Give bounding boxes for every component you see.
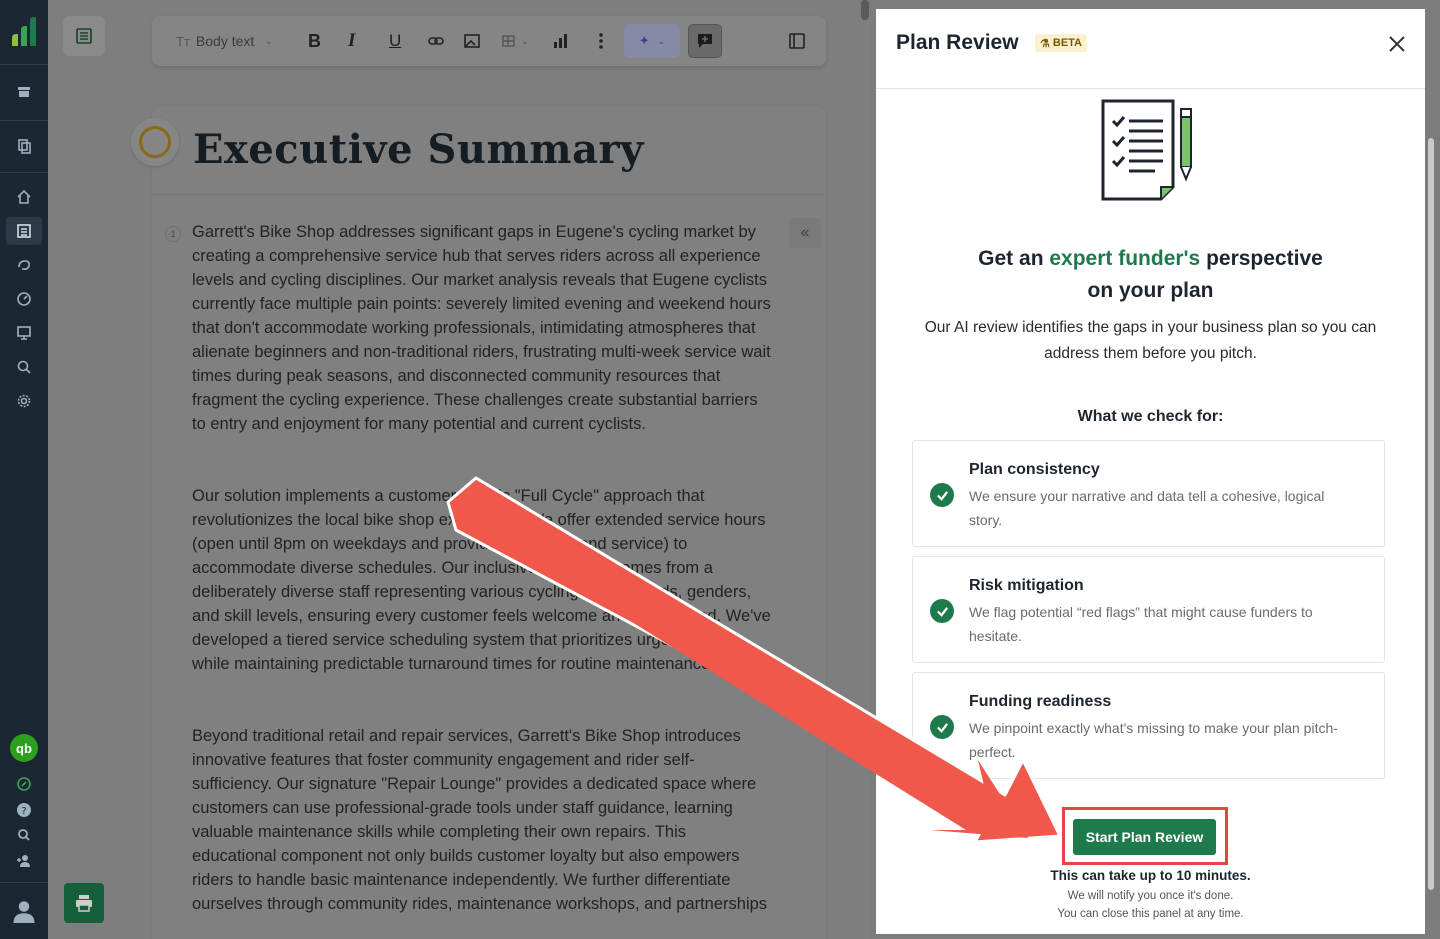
more-options-button[interactable] [592,30,610,52]
summary-paragraph-3[interactable]: Beyond traditional retail and repair ser… [192,724,772,916]
beta-label: BETA [1052,37,1083,49]
check-title: Plan consistency [969,461,1100,478]
check-title: Risk mitigation [969,577,1084,594]
panel-headline: Get an expert funder's perspective on yo… [876,243,1425,307]
summary-paragraph-2[interactable]: Our solution implements a customer-centr… [192,484,772,676]
insert-chart-button[interactable] [551,30,569,52]
store-icon[interactable] [14,82,34,102]
check-description: We pinpoint exactly what's missing to ma… [969,720,1338,760]
section-title[interactable]: Executive Summary [193,126,644,173]
time-note: This can take up to 10 minutes. [1050,868,1251,883]
double-chevron-left-icon: « [800,224,810,241]
close-note: You can close this panel at any time. [1057,908,1244,920]
checklist-illustration-icon [1101,99,1192,201]
chevron-down-icon: ⌄ [657,35,666,46]
start-plan-review-button[interactable]: Start Plan Review [1073,819,1216,855]
sidebar-panel-icon [789,33,805,49]
presentation-icon[interactable] [14,323,34,343]
notify-note: We will notify you once it's done. [1067,890,1234,902]
check-circle-icon [930,483,954,507]
flask-icon: ⚗ [1040,37,1050,50]
plan-icon[interactable] [14,221,34,241]
panel-scrollbar[interactable] [1428,138,1434,890]
link-button[interactable] [427,30,445,52]
print-button[interactable] [64,883,104,923]
insert-image-button[interactable] [463,30,481,52]
add-user-icon[interactable] [14,851,34,871]
summary-paragraph-1[interactable]: Garrett's Bike Shop addresses significan… [192,220,772,436]
bar-chart-icon [554,34,567,48]
forecast-icon[interactable] [14,255,34,275]
more-vertical-icon [599,33,603,49]
add-comment-button[interactable] [688,24,722,58]
review-icon[interactable] [14,357,34,377]
text-style-select[interactable]: Tт Body text ⌄ [176,30,273,52]
italic-button[interactable]: I [348,30,355,52]
headline-highlight: expert funder's [1049,247,1201,270]
outline-toggle-button[interactable] [63,16,105,56]
check-card-risk: Risk mitigation We flag potential “red f… [912,556,1385,663]
headline-pre: Get an [978,247,1050,270]
toggle-sidebar-button[interactable] [788,30,806,52]
check-circle-icon [930,715,954,739]
check-card-funding: Funding readiness We pinpoint exactly wh… [912,672,1385,779]
link-icon [428,37,444,45]
section-progress-indicator[interactable] [131,118,179,166]
dashboard-icon[interactable] [14,289,34,309]
headline-post: perspective [1200,247,1323,270]
help-icon[interactable]: ? [14,800,34,820]
progress-ring-icon [139,126,171,158]
collapse-panel-button[interactable]: « [789,218,821,248]
svg-text:?: ? [21,806,26,817]
table-icon [502,35,515,47]
check-description: We ensure your narrative and data tell a… [969,488,1325,528]
text-style-label: Body text [195,33,255,49]
user-avatar-icon[interactable] [11,898,37,924]
app-logo-icon[interactable] [10,16,38,48]
panel-title: Plan Review [896,31,1019,54]
paragraph-number-badge: 1 [165,226,181,242]
bold-button[interactable]: B [308,30,321,52]
check-circle-icon [930,599,954,623]
plan-review-panel: Plan Review ⚗ BETA Get an expert funder'… [876,9,1425,934]
chevron-down-icon: ⌄ [264,35,273,47]
check-description: We flag potential “red flags” that might… [969,604,1313,644]
left-nav: qb ? [0,0,48,939]
comment-icon [698,34,712,48]
quickbooks-icon[interactable]: qb [10,734,38,762]
close-icon[interactable] [1386,33,1408,55]
insert-table-button[interactable]: ⌄ [501,30,529,52]
checks-heading: What we check for: [1077,408,1224,425]
compass-icon[interactable] [14,774,34,794]
settings-gear-icon[interactable] [14,391,34,411]
sparkle-icon: ✦ [638,33,650,48]
list-icon [76,28,92,44]
image-icon [464,34,480,48]
search-icon[interactable] [14,825,34,845]
beta-badge: ⚗ BETA [1035,34,1088,52]
documents-icon[interactable] [14,136,34,156]
panel-subtitle: Our AI review identifies the gaps in you… [924,319,1377,362]
underline-button[interactable]: U [389,30,401,52]
panel-header: Plan Review ⚗ BETA [876,9,1425,89]
home-icon[interactable] [14,187,34,207]
check-title: Funding readiness [969,693,1112,710]
chevron-down-icon: ⌄ [521,35,529,46]
check-card-consistency: Plan consistency We ensure your narrativ… [912,440,1385,547]
text-style-icon: Tт [176,33,190,49]
headline-line2: on your plan [1087,279,1214,302]
divider [152,194,826,195]
printer-icon [76,895,92,912]
ai-assist-button[interactable]: ✦ ⌄ [624,24,680,58]
document-scrollbar[interactable] [861,0,869,20]
editor-toolbar: Tт Body text ⌄ B I U ⌄ ✦ ⌄ [152,16,826,66]
